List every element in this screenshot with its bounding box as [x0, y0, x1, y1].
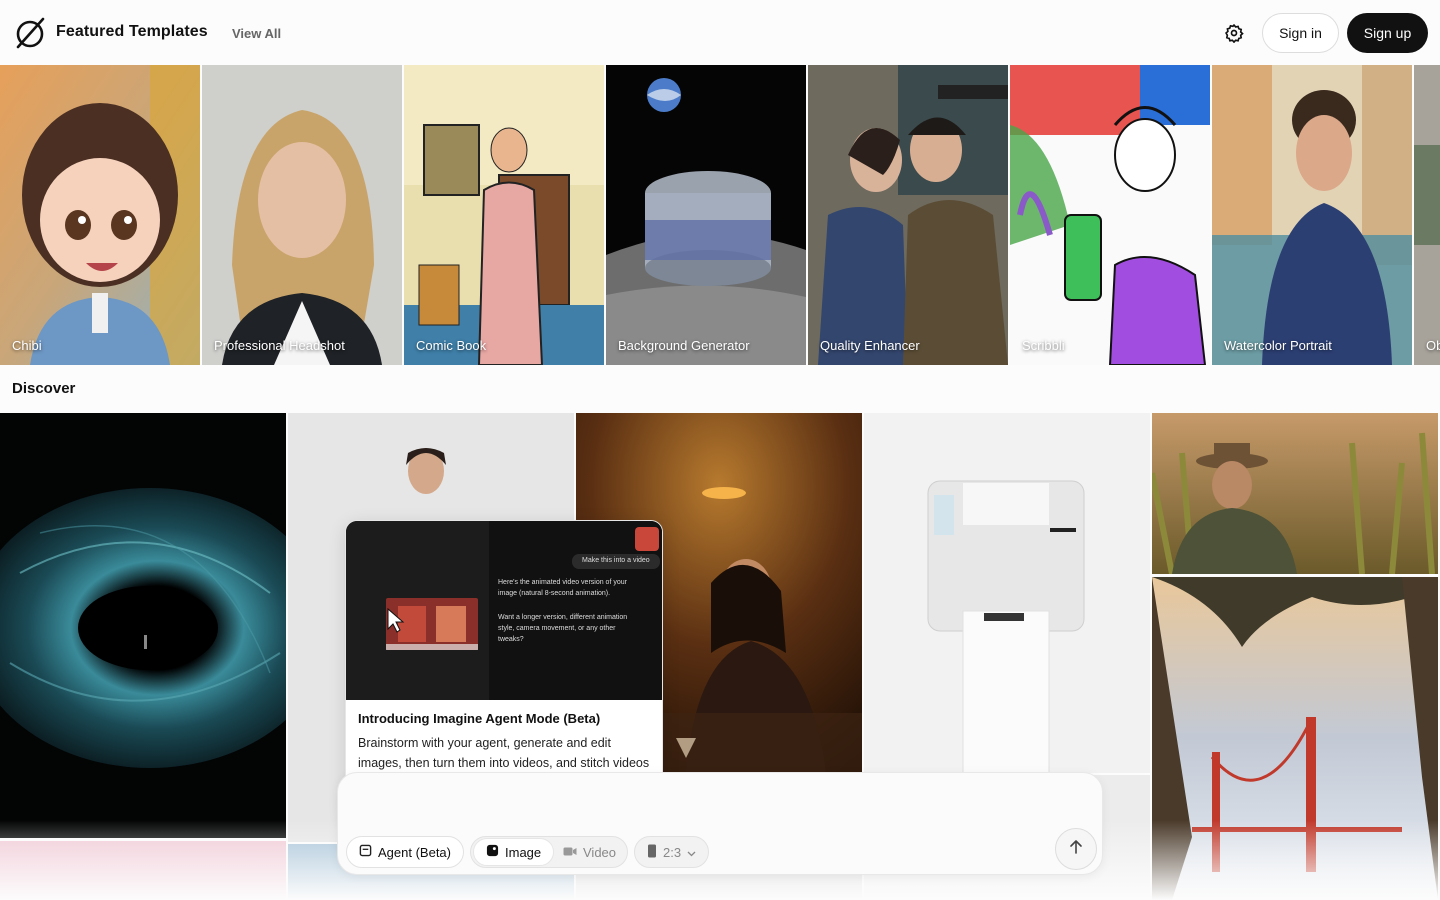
template-card-watercolor-portrait[interactable]: Watercolor Portrait	[1212, 65, 1412, 365]
template-label: Professional Headshot	[214, 338, 345, 353]
template-label: Quality Enhancer	[820, 338, 920, 353]
page-title: Featured Templates	[56, 23, 208, 40]
cowboy-image	[1152, 413, 1438, 574]
promo-chat-user: Make this into a video	[582, 557, 650, 564]
sign-up-button[interactable]: Sign up	[1347, 13, 1428, 53]
pink-image	[0, 841, 286, 900]
template-card-professional-headshot[interactable]: Professional Headshot	[202, 65, 402, 365]
discover-tile-printer[interactable]	[864, 413, 1150, 773]
template-card-comic-book[interactable]: Comic Book	[404, 65, 604, 365]
discover-tile-golden-gate[interactable]	[1152, 577, 1438, 900]
discover-tile-cowboy[interactable]	[1152, 413, 1438, 574]
promo-chat-reply-1: Here's the animated video version of you…	[498, 579, 627, 597]
scribbli-thumbnail	[1010, 65, 1210, 365]
discover-tile-galaxy[interactable]	[0, 413, 286, 838]
image-icon	[486, 844, 499, 860]
top-bar: Featured Templates View All Sign in Sign…	[0, 0, 1440, 65]
promo-screenshot-art	[346, 521, 662, 700]
agent-mode-toggle[interactable]: Agent (Beta)	[346, 836, 464, 868]
aspect-ratio-dropdown[interactable]: 2:3	[634, 836, 710, 868]
agent-mode-label: Agent (Beta)	[378, 844, 451, 860]
galaxy-image	[0, 413, 286, 838]
template-card-partial[interactable]: Ob	[1414, 65, 1440, 365]
template-label: Scribbli	[1022, 338, 1065, 353]
template-label: Watercolor Portrait	[1224, 338, 1332, 353]
sign-in-button[interactable]: Sign in	[1262, 13, 1339, 53]
submit-button[interactable]	[1055, 828, 1097, 870]
template-label: Ob	[1426, 338, 1440, 353]
template-card-quality-enhancer[interactable]: Quality Enhancer	[808, 65, 1008, 365]
discover-tile-pink[interactable]	[0, 841, 286, 900]
template-label: Background Generator	[618, 338, 750, 353]
watercolor-thumbnail	[1212, 65, 1412, 365]
discover-heading: Discover	[12, 380, 76, 397]
template-card-chibi[interactable]: Chibi	[0, 65, 200, 365]
comic-thumbnail	[404, 65, 604, 365]
logo-icon[interactable]	[12, 16, 48, 50]
printer-image	[864, 413, 1150, 773]
background-generator-thumbnail	[606, 65, 806, 365]
quality-enhancer-thumbnail	[808, 65, 1008, 365]
gear-icon[interactable]	[1222, 21, 1246, 45]
promo-screenshot: Make this into a video Here's the animat…	[346, 521, 662, 700]
chat-square-icon	[359, 844, 372, 860]
video-mode-button[interactable]: Video	[551, 838, 628, 866]
chevron-down-icon	[687, 845, 696, 860]
chibi-thumbnail	[0, 65, 200, 365]
promo-title: Introducing Imagine Agent Mode (Beta)	[358, 711, 601, 726]
headshot-thumbnail	[202, 65, 402, 365]
partial-thumbnail	[1414, 65, 1440, 365]
aspect-ratio-value: 2:3	[663, 844, 682, 860]
template-card-background-generator[interactable]: Background Generator	[606, 65, 806, 365]
promo-chat-reply-2: Want a longer version, different animati…	[498, 614, 628, 643]
template-card-scribbli[interactable]: Scribbli	[1010, 65, 1210, 365]
image-mode-button[interactable]: Image	[473, 838, 555, 866]
image-mode-label: Image	[505, 844, 542, 860]
portrait-ratio-icon	[647, 844, 657, 861]
view-all-link[interactable]: View All	[232, 26, 281, 41]
template-label: Comic Book	[416, 338, 487, 353]
featured-templates-row: Chibi Professional Headshot Comic Book B…	[0, 65, 1440, 365]
golden-gate-image	[1152, 577, 1438, 900]
video-camera-icon	[563, 845, 577, 860]
video-mode-label: Video	[583, 844, 617, 860]
template-label: Chibi	[12, 338, 42, 353]
arrow-up-icon	[1069, 839, 1083, 860]
